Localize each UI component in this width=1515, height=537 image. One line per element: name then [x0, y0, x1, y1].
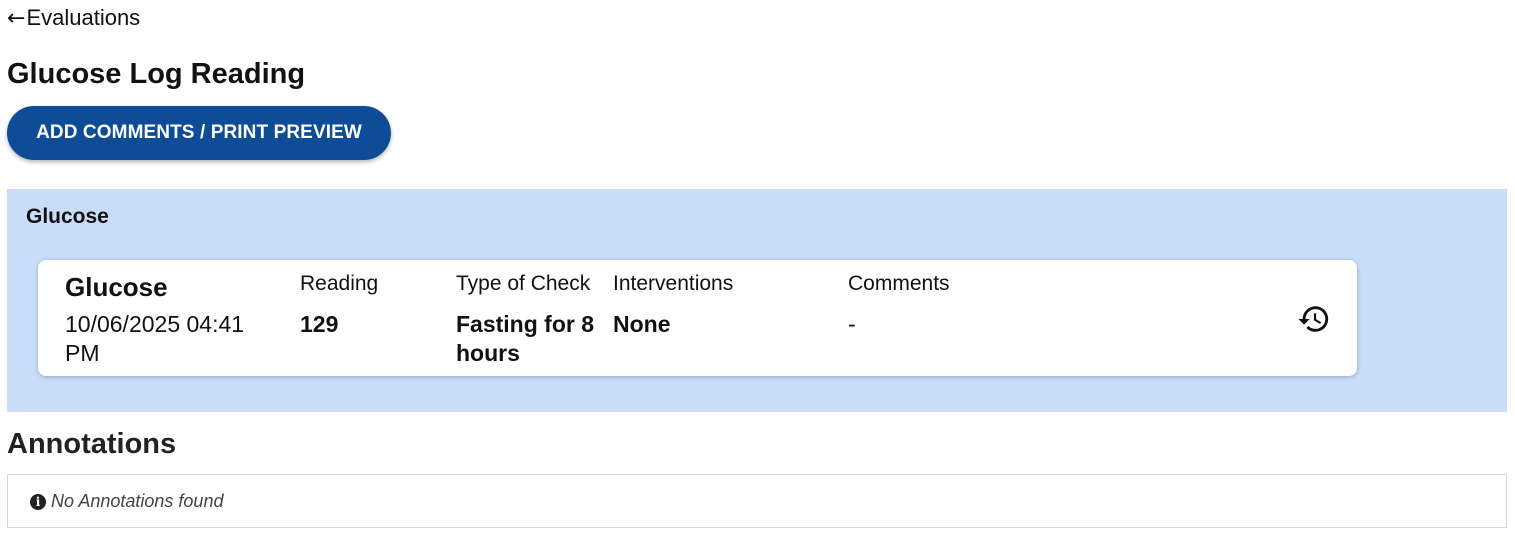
glucose-section: Glucose Glucose 10/06/2025 04:41 PM Read… [7, 189, 1507, 412]
reading-value: 129 [300, 311, 339, 337]
type-of-check-value: Fasting for 8 hours [456, 311, 595, 366]
history-button[interactable] [1296, 301, 1332, 337]
reading-name: Glucose [65, 272, 168, 302]
back-arrow-icon: ← [7, 5, 26, 31]
back-link-label: Evaluations [26, 5, 141, 30]
type-of-check-label: Type of Check [456, 272, 591, 295]
annotations-title: Annotations [7, 428, 177, 460]
comments-label: Comments [848, 272, 950, 295]
page-title: Glucose Log Reading [7, 58, 306, 90]
interventions-column: Interventions None [613, 270, 833, 339]
back-to-evaluations-link[interactable]: ← Evaluations [7, 5, 140, 31]
annotations-panel: i No Annotations found [7, 474, 1507, 528]
section-title: Glucose [26, 205, 109, 228]
empty-annotations-text: No Annotations found [51, 491, 224, 511]
interventions-value: None [613, 311, 671, 337]
reading-column: Reading 129 [300, 270, 440, 339]
page: ← Evaluations Glucose Log Reading ADD CO… [0, 0, 1515, 537]
type-of-check-column: Type of Check Fasting for 8 hours [456, 270, 601, 368]
comments-column: Comments - [848, 270, 1148, 339]
add-comments-print-preview-button[interactable]: ADD COMMENTS / PRINT PREVIEW [7, 106, 391, 160]
info-icon: i [30, 493, 46, 510]
empty-annotations-message: i No Annotations found [30, 491, 223, 512]
reading-datetime: 10/06/2025 04:41 PM [65, 311, 245, 366]
comments-value: - [848, 311, 856, 337]
interventions-label: Interventions [613, 272, 734, 295]
history-icon [1298, 306, 1329, 332]
reading-label: Reading [300, 272, 379, 295]
reading-card: Glucose 10/06/2025 04:41 PM Reading 129 … [38, 260, 1357, 376]
